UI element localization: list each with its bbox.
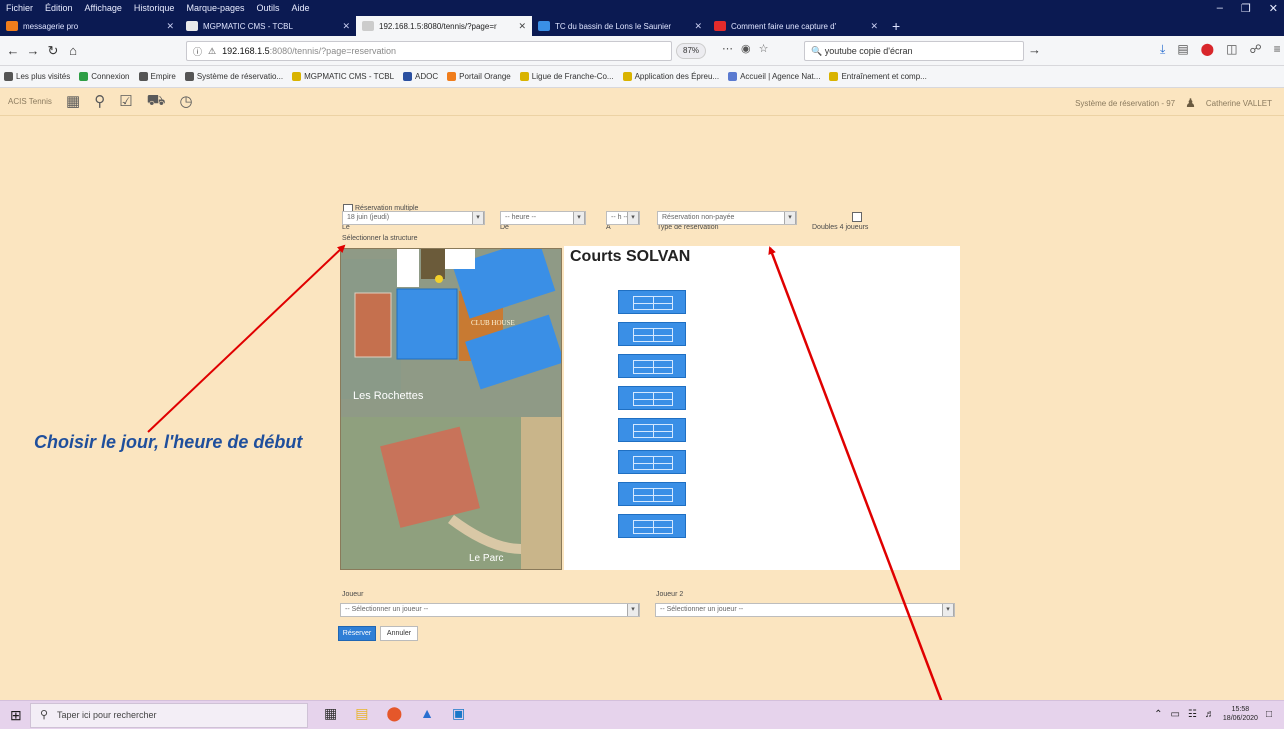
clock-date: 18/06/2020	[1222, 715, 1258, 722]
chevron-up-icon[interactable]: ⌃	[1154, 709, 1162, 720]
volume-icon[interactable]: ♬	[1205, 709, 1215, 720]
system-tray: ⌃ ▭ ☷ ♬ 15:58 18/06/2020 □	[1154, 705, 1272, 723]
search-icon: ⚲	[40, 709, 49, 721]
windows-start-icon[interactable]: ⊞	[10, 707, 22, 724]
task-view-icon[interactable]: ▦	[324, 705, 337, 722]
notifications-icon[interactable]: □	[1266, 709, 1272, 720]
taskbar-apps: ▦ ▤ ⬤ ▲ ▣	[324, 705, 465, 722]
annotation-arrows	[147, 244, 954, 729]
arrow-to-date	[147, 244, 346, 433]
firefox-icon[interactable]: ⬤	[386, 705, 402, 722]
taskbar-search-input[interactable]: Taper ici pour rechercher	[30, 703, 308, 728]
clock-time: 15:58	[1231, 706, 1250, 713]
clock[interactable]: 15:58 18/06/2020	[1223, 705, 1258, 723]
network-icon[interactable]: ☷	[1188, 709, 1197, 720]
windows-taskbar: ⊞ Taper ici pour rechercher ⚲ ▦ ▤ ⬤ ▲ ▣ …	[0, 700, 1284, 729]
battery-icon[interactable]: ▭	[1170, 709, 1179, 720]
outlook-icon[interactable]: ▣	[452, 705, 465, 722]
photos-icon[interactable]: ▲	[420, 705, 434, 722]
arrow-to-type	[768, 246, 954, 729]
file-explorer-icon[interactable]: ▤	[355, 705, 368, 722]
